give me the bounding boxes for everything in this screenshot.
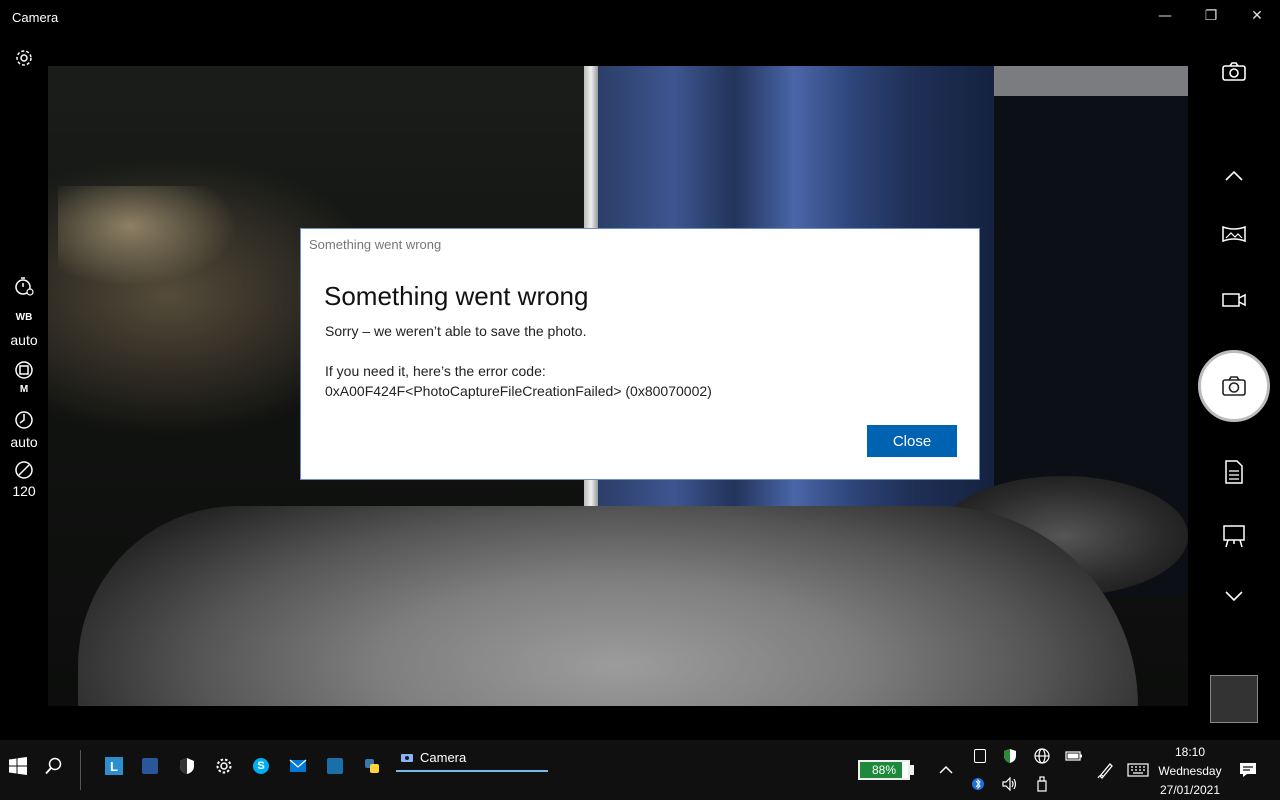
exposure-icon[interactable] bbox=[12, 408, 36, 432]
dialog-title: Something went wrong bbox=[324, 281, 589, 311]
error-code-label: If you need it, here’s the error code: bbox=[325, 363, 546, 379]
settings-icon[interactable] bbox=[12, 46, 36, 70]
volume-icon[interactable] bbox=[998, 774, 1022, 794]
notifications-icon[interactable] bbox=[1236, 758, 1260, 782]
clock[interactable]: 18:10 Wednesday 27/01/2021 bbox=[1152, 743, 1228, 800]
pinned-app-l-icon[interactable]: L bbox=[102, 754, 126, 778]
whiteboard-mode-icon[interactable] bbox=[1218, 520, 1250, 552]
battery-tray-icon[interactable] bbox=[1062, 744, 1086, 768]
close-button[interactable]: Close bbox=[867, 425, 957, 457]
battery-percent: 88% bbox=[871, 763, 897, 777]
error-code: 0xA00F424F<PhotoCaptureFileCreationFaile… bbox=[325, 383, 712, 399]
security-shield-icon[interactable] bbox=[998, 744, 1022, 768]
focus-value[interactable]: M bbox=[0, 384, 48, 395]
switch-camera-icon[interactable] bbox=[1218, 56, 1250, 88]
app-title: Camera bbox=[12, 10, 59, 25]
timer-icon[interactable] bbox=[12, 274, 36, 298]
preview-detail bbox=[78, 506, 1138, 706]
iso-icon[interactable] bbox=[12, 458, 36, 482]
white-balance-label[interactable]: WB bbox=[0, 312, 48, 323]
error-dialog: Something went wrong Something went wron… bbox=[300, 228, 980, 480]
video-mode-icon[interactable] bbox=[1218, 284, 1250, 316]
camera-app-icon bbox=[401, 754, 413, 762]
chevron-up-icon[interactable] bbox=[1218, 160, 1250, 192]
preview-background bbox=[58, 186, 238, 286]
python-icon[interactable] bbox=[360, 754, 384, 778]
restore-button[interactable]: ❐ bbox=[1188, 0, 1234, 32]
gear-icon[interactable] bbox=[212, 754, 236, 778]
tray-app-icon[interactable] bbox=[968, 744, 992, 768]
show-hidden-icons-chevron-icon[interactable] bbox=[934, 758, 958, 782]
battery-tip bbox=[910, 765, 914, 775]
mail-icon[interactable] bbox=[286, 754, 310, 778]
document-mode-icon[interactable] bbox=[1218, 456, 1250, 488]
chevron-down-icon[interactable] bbox=[1218, 580, 1250, 612]
dialog-message: Sorry – we weren’t able to save the phot… bbox=[325, 323, 587, 339]
pinned-app-teal-icon[interactable] bbox=[323, 754, 347, 778]
taskbar-camera-label: Camera bbox=[420, 749, 467, 765]
panorama-icon[interactable] bbox=[1218, 218, 1250, 250]
white-balance-value[interactable]: auto bbox=[0, 332, 48, 348]
right-mode-rail bbox=[1188, 36, 1280, 740]
usb-device-icon[interactable] bbox=[1030, 774, 1054, 794]
touch-keyboard-icon[interactable] bbox=[1126, 758, 1150, 782]
dialog-caption: Something went wrong bbox=[309, 237, 442, 252]
exposure-value[interactable]: auto bbox=[0, 434, 48, 450]
bluetooth-icon[interactable] bbox=[966, 774, 990, 794]
search-icon[interactable] bbox=[42, 754, 66, 778]
pinned-app-blue-icon[interactable] bbox=[138, 754, 162, 778]
left-settings-rail: WB auto M auto 120 bbox=[0, 40, 48, 740]
clock-date: 27/01/2021 bbox=[1159, 783, 1221, 797]
iso-value[interactable]: 120 bbox=[0, 483, 48, 499]
network-globe-icon[interactable] bbox=[1030, 744, 1054, 768]
clock-day: Wednesday bbox=[1158, 764, 1222, 778]
taskbar: L S Camera 88% 18:10 Wednesday 27/01/202… bbox=[0, 740, 1280, 800]
taskbar-camera-app[interactable]: Camera bbox=[396, 744, 548, 772]
minimize-button[interactable]: — bbox=[1142, 0, 1188, 32]
camera-icon bbox=[1222, 376, 1246, 396]
taskbar-divider bbox=[80, 750, 81, 790]
clock-time: 18:10 bbox=[1174, 745, 1206, 759]
last-photo-thumbnail[interactable] bbox=[1210, 675, 1258, 723]
take-photo-button[interactable] bbox=[1198, 350, 1270, 422]
skype-icon[interactable]: S bbox=[249, 754, 273, 778]
shield-icon[interactable] bbox=[175, 754, 199, 778]
camera-window: Camera — ❐ ✕ WB auto M auto 120 Somethin… bbox=[0, 0, 1280, 740]
battery-indicator[interactable]: 88% bbox=[858, 760, 910, 780]
pen-ink-icon[interactable] bbox=[1094, 758, 1118, 782]
close-window-button[interactable]: ✕ bbox=[1234, 0, 1280, 32]
title-bar: Camera — ❐ ✕ bbox=[0, 0, 1280, 36]
start-icon[interactable] bbox=[6, 754, 30, 778]
focus-icon[interactable] bbox=[12, 358, 36, 382]
